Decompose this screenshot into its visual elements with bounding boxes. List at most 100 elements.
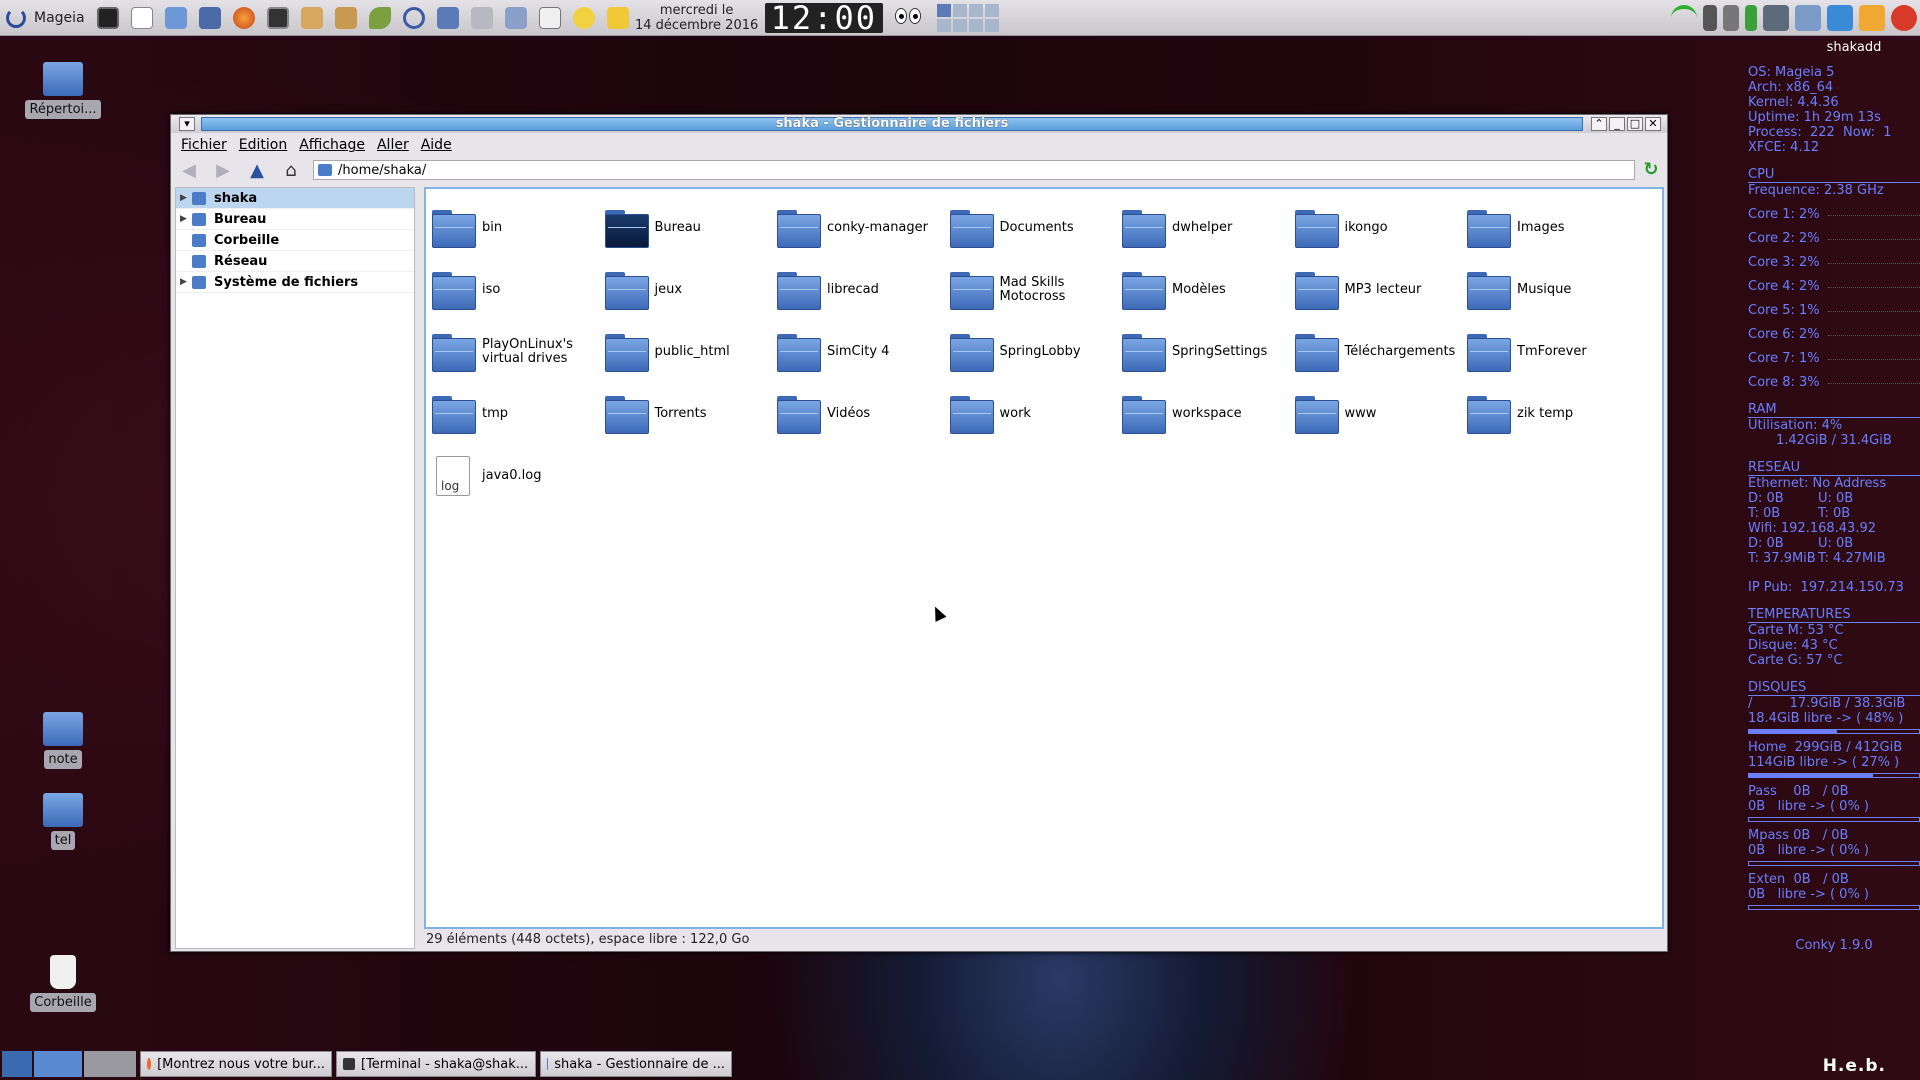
- folder-item[interactable]: tmp: [432, 383, 605, 445]
- sidebar-item[interactable]: Corbeille: [176, 230, 414, 251]
- folder-item[interactable]: SpringSettings: [1122, 321, 1295, 383]
- folder-item[interactable]: jeux: [604, 259, 778, 321]
- back-button[interactable]: ◀: [177, 159, 201, 181]
- task-forum[interactable]: [Montrez nous votre bur...: [140, 1051, 332, 1077]
- network-icon[interactable]: [1763, 5, 1789, 31]
- folder-item[interactable]: Vidéos: [777, 383, 950, 445]
- workspace-3[interactable]: [968, 3, 983, 17]
- refresh-button[interactable]: ↻: [1641, 160, 1661, 180]
- workspace-2[interactable]: [952, 3, 967, 17]
- menu-edition[interactable]: Edition: [239, 137, 287, 153]
- tools-launcher[interactable]: [433, 3, 463, 33]
- folder-item[interactable]: bin: [432, 197, 605, 259]
- window-close-button[interactable]: ✕: [1645, 117, 1661, 131]
- folder-item[interactable]: www: [1294, 383, 1468, 445]
- folder-item[interactable]: SimCity 4: [777, 321, 950, 383]
- menu-aller[interactable]: Aller: [377, 137, 409, 153]
- folder-item[interactable]: zik temp: [1467, 383, 1640, 445]
- folder-item[interactable]: librecad: [777, 259, 950, 321]
- download-icon[interactable]: [1827, 5, 1853, 31]
- desktop-icon-trash[interactable]: Corbeille: [25, 955, 101, 1012]
- workspace-7[interactable]: [968, 18, 983, 32]
- camera-launcher[interactable]: [535, 3, 565, 33]
- yellow-circle-launcher[interactable]: [569, 3, 599, 33]
- monitor-launcher[interactable]: [263, 3, 293, 33]
- power-icon[interactable]: [1891, 5, 1917, 31]
- screen-icon[interactable]: [1795, 5, 1821, 31]
- home-button[interactable]: ⌂: [279, 159, 303, 181]
- folder-item[interactable]: Documents: [949, 197, 1123, 259]
- text-editor-launcher[interactable]: [127, 3, 157, 33]
- location-bar[interactable]: /home/shaka/: [313, 160, 1635, 180]
- menu-aide[interactable]: Aide: [421, 137, 452, 153]
- hand-launcher[interactable]: [467, 3, 497, 33]
- expander-arrow-icon[interactable]: ▶: [180, 214, 192, 224]
- desktop-icon-home[interactable]: Répertoi...: [25, 62, 101, 119]
- expander-arrow-icon[interactable]: ▶: [180, 193, 192, 203]
- sidebar-item[interactable]: ▶ Bureau: [176, 209, 414, 230]
- workspace-1[interactable]: [936, 3, 951, 17]
- sidebar-item[interactable]: Réseau: [176, 251, 414, 272]
- workspace-8[interactable]: [984, 18, 999, 32]
- window-shade-button[interactable]: ⌃: [1591, 117, 1607, 131]
- sidebar-item[interactable]: ▶ Système de fichiers: [176, 272, 414, 293]
- workspace-pager-2[interactable]: [84, 1051, 136, 1077]
- menu-affichage[interactable]: Affichage: [299, 137, 365, 153]
- folder-item[interactable]: Bureau: [604, 197, 778, 259]
- people-launcher[interactable]: [297, 3, 327, 33]
- window-minimize-button[interactable]: _: [1609, 117, 1625, 131]
- folder-item[interactable]: conky-manager: [777, 197, 950, 259]
- workspace-4[interactable]: [984, 3, 999, 17]
- file-manager-launcher[interactable]: [161, 3, 191, 33]
- folder-item[interactable]: Musique: [1467, 259, 1640, 321]
- save-launcher[interactable]: [195, 3, 225, 33]
- window-titlebar[interactable]: ▾ shaka - Gestionnaire de fichiers ⌃ _ □…: [171, 115, 1667, 133]
- package-launcher[interactable]: [331, 3, 361, 33]
- file-item[interactable]: log java0.log: [432, 445, 605, 507]
- folder-item[interactable]: work: [949, 383, 1123, 445]
- task-file-manager[interactable]: shaka - Gestionnaire de ...: [540, 1051, 732, 1077]
- battery-icon[interactable]: [1745, 5, 1757, 31]
- show-desktop-button[interactable]: [2, 1051, 32, 1077]
- workspace-6[interactable]: [952, 18, 967, 32]
- menu-fichier[interactable]: Fichier: [181, 137, 227, 153]
- sidebar-item[interactable]: ▶ shaka: [176, 188, 414, 209]
- folder-item[interactable]: ikongo: [1294, 197, 1468, 259]
- task-terminal[interactable]: [Terminal - shaka@shak...: [336, 1051, 536, 1077]
- window-menu-button[interactable]: ▾: [179, 117, 195, 131]
- folder-item[interactable]: iso: [432, 259, 605, 321]
- user-icon[interactable]: [1859, 5, 1885, 31]
- folder-item[interactable]: workspace: [1122, 383, 1295, 445]
- wifi-icon[interactable]: [1671, 5, 1697, 31]
- window-maximize-button[interactable]: □: [1627, 117, 1643, 131]
- folder-item[interactable]: SpringLobby: [949, 321, 1123, 383]
- folder-item[interactable]: dwhelper: [1122, 197, 1295, 259]
- workspace-pager-1[interactable]: [34, 1051, 82, 1077]
- panel-date[interactable]: mercredi le 14 décembre 2016: [635, 3, 759, 33]
- volume-icon[interactable]: [1723, 5, 1739, 31]
- folder-yellow-launcher[interactable]: [603, 3, 633, 33]
- folder-item[interactable]: TmForever: [1467, 321, 1640, 383]
- folder-item[interactable]: Téléchargements: [1294, 321, 1468, 383]
- workspace-switcher[interactable]: [936, 3, 999, 32]
- workspace-5[interactable]: [936, 18, 951, 32]
- up-button[interactable]: ▲: [245, 159, 269, 181]
- terminal-launcher[interactable]: [93, 3, 123, 33]
- folder-item[interactable]: PlayOnLinux's virtual drives: [432, 321, 605, 383]
- desktop-icon-tel[interactable]: tel: [25, 793, 101, 850]
- desktop-icon-note[interactable]: note: [25, 712, 101, 769]
- folder-item[interactable]: Torrents: [604, 383, 778, 445]
- panel-clock[interactable]: 12:00: [764, 2, 883, 34]
- folder-item[interactable]: Modèles: [1122, 259, 1295, 321]
- lock-icon[interactable]: [1703, 5, 1717, 31]
- calculator-launcher[interactable]: [501, 3, 531, 33]
- folder-item[interactable]: MP3 lecteur: [1294, 259, 1468, 321]
- expander-arrow-icon[interactable]: ▶: [180, 277, 192, 287]
- folder-item[interactable]: public_html: [604, 321, 778, 383]
- forward-button[interactable]: ▶: [211, 159, 235, 181]
- moon-launcher[interactable]: [399, 3, 429, 33]
- folder-item[interactable]: Images: [1467, 197, 1640, 259]
- leaf-launcher[interactable]: [365, 3, 395, 33]
- icon-view[interactable]: bin Bureau conky-manager Documents dwhelper i…: [424, 187, 1664, 929]
- firefox-launcher[interactable]: [229, 3, 259, 33]
